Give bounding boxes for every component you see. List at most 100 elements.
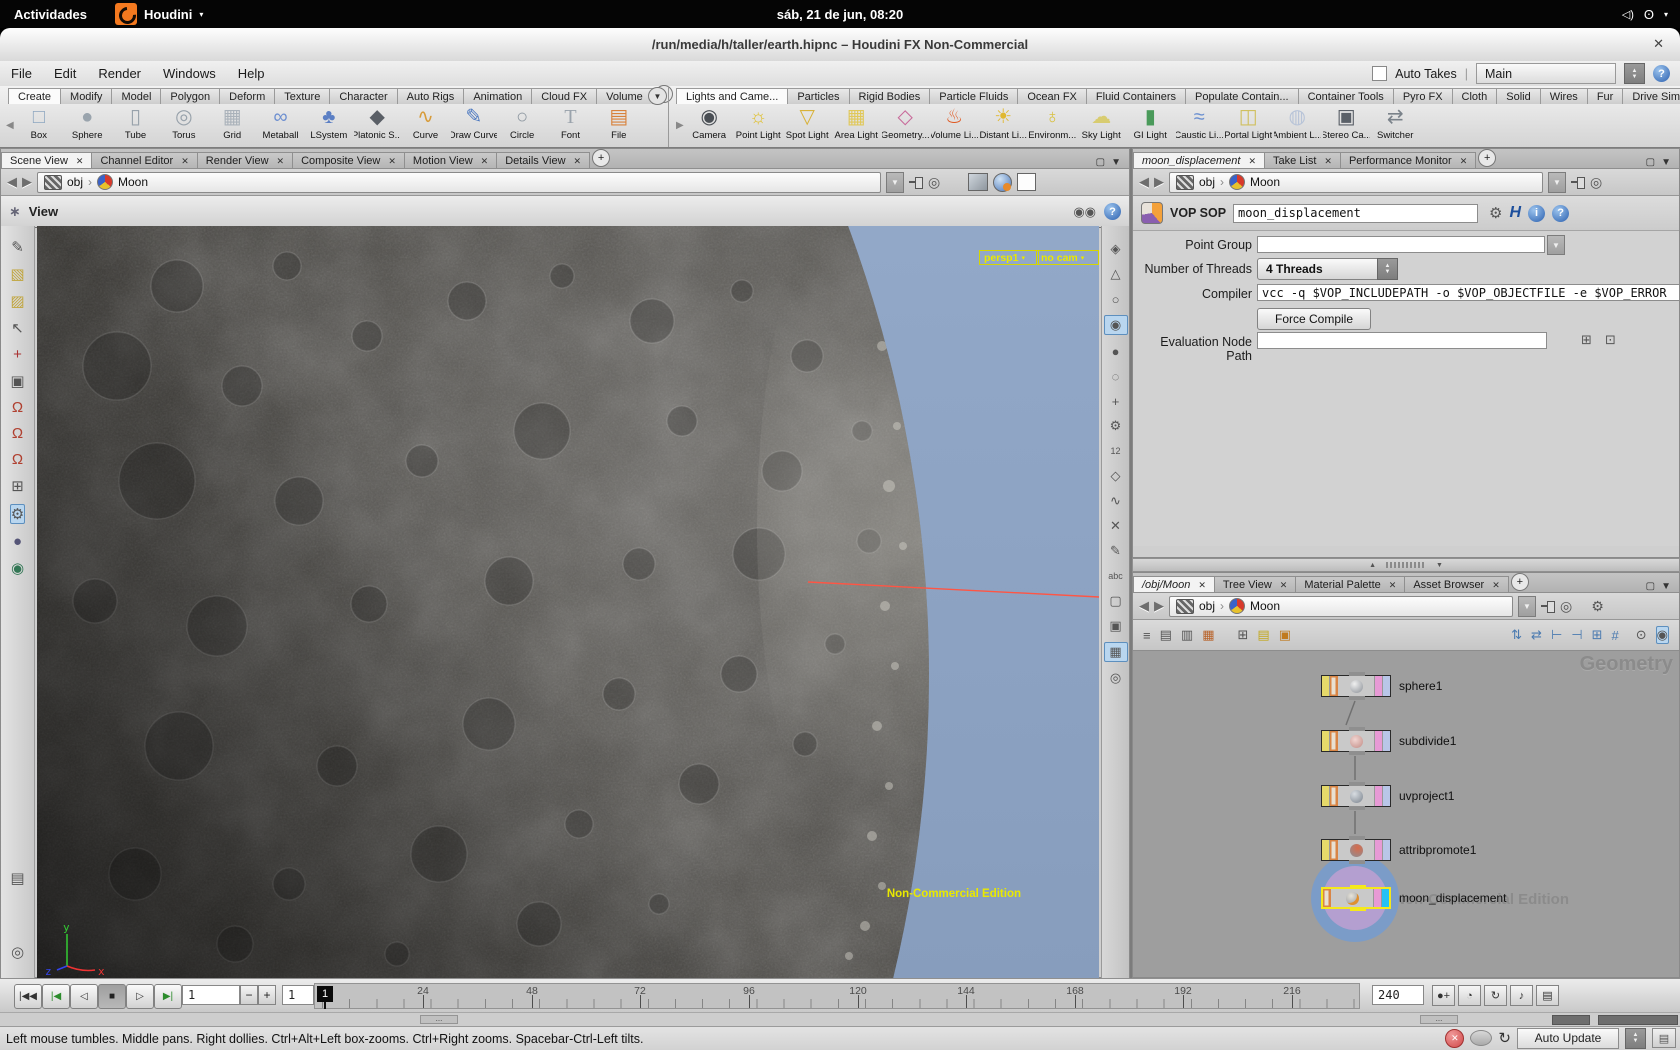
prev-frame-button[interactable]: |◀ [42,984,70,1009]
node-label-sphere1[interactable]: sphere1 [1399,679,1442,693]
bypass-flag[interactable] [1373,889,1381,907]
notes-icon[interactable]: ▤ [10,869,24,887]
template-flag[interactable] [1322,731,1330,751]
display-flag[interactable] [1381,889,1389,907]
close-icon[interactable]: ✕ [181,156,189,167]
tab-material-palette[interactable]: Material Palette✕ [1295,576,1405,592]
radial-menu-icon[interactable]: ◎ [928,174,940,191]
menu-edit[interactable]: Edit [43,66,87,81]
shelf-tab-fur[interactable]: Fur [1587,88,1624,104]
distribute-right-icon[interactable]: ⊣ [1571,627,1582,643]
visibility-icon[interactable]: ◉ [1656,626,1669,644]
tool-box[interactable]: □Box [16,104,62,141]
magnify-icon[interactable]: ⊙ [1636,627,1647,643]
shelf-tab-autorigs[interactable]: Auto Rigs [397,88,465,104]
tool-environmentlight[interactable]: ♁Environm... [1029,104,1076,141]
shelf-tab-wires[interactable]: Wires [1540,88,1588,104]
clock[interactable]: sáb, 21 de jun, 08:20 [777,7,903,22]
text-overlay-icon[interactable]: abc [1105,567,1127,585]
system-tray[interactable]: ◁) ʘ ▾ [1622,7,1680,22]
nav-forward-icon[interactable]: ▶ [1154,598,1164,614]
node-uvproject1[interactable] [1321,785,1391,807]
help-icon[interactable]: ? [1653,65,1670,82]
play-button[interactable]: ▷ [126,984,154,1009]
close-icon[interactable]: ✕ [1460,156,1468,167]
shelf-tab-model[interactable]: Model [111,88,161,104]
tool-torus[interactable]: ◎Torus [161,104,207,141]
shelf-tab-cloth[interactable]: Cloth [1452,88,1498,104]
shelf-scroll-left-icon[interactable]: ◀ [6,120,14,131]
shelf-tab-containertools[interactable]: Container Tools [1298,88,1394,104]
range-start-field[interactable]: 1 [282,985,314,1005]
shelf-tab-oceanfx[interactable]: Ocean FX [1017,88,1087,104]
template-flag[interactable] [1322,676,1330,696]
shelf-tab-rigidbodies[interactable]: Rigid Bodies [849,88,931,104]
sticky-note-icon[interactable]: ▤ [1257,627,1269,643]
magnet2-icon[interactable]: Ω [12,425,23,442]
pin-icon[interactable] [1541,601,1555,611]
close-icon[interactable]: ✕ [1389,580,1397,591]
path-dropdown-icon[interactable]: ▼ [1548,172,1566,193]
node-label-moon-displacement[interactable]: moon_displacement [1399,891,1506,905]
curve-display-icon[interactable]: ∿ [1105,492,1127,510]
tool-portallight[interactable]: ◫Portal Light [1225,104,1272,141]
menu-help[interactable]: Help [227,66,276,81]
breadcrumb-root[interactable]: obj [1199,599,1215,613]
network-box-icon[interactable]: ▣ [1279,627,1291,643]
shelf-tab-solid[interactable]: Solid [1496,88,1540,104]
auto-key-button[interactable]: ●+ [1432,985,1455,1006]
cache-manager-icon[interactable]: ▤ [1652,1028,1676,1048]
snapshot-icon[interactable]: ◉◉ [1073,204,1096,220]
current-frame-marker[interactable]: 1 [317,986,333,1002]
tool-switcher[interactable]: ⇄Switcher [1372,104,1419,141]
tool-edit-icon[interactable]: ✎ [11,238,24,256]
tool-drawcurve[interactable]: ✎Draw Curve [451,104,497,141]
shelf-tab-polygon[interactable]: Polygon [160,88,220,104]
display-settings-icon[interactable]: ⚙ [1105,417,1127,435]
breadcrumb-root[interactable]: obj [1199,175,1215,189]
play-reverse-button[interactable]: ◁ [70,984,98,1009]
shelf-tab-pyrofx[interactable]: Pyro FX [1393,88,1453,104]
tool-curve[interactable]: ∿Curve [402,104,448,141]
collapse-handle[interactable]: ... [1420,1015,1458,1024]
layers-icon[interactable]: ◈ [1105,240,1127,258]
menu-windows[interactable]: Windows [152,66,227,81]
tab-details-view[interactable]: Details View✕ [496,152,590,168]
annotate-icon[interactable]: ✎ [1105,542,1127,560]
jump-end-button[interactable]: ▶| [154,984,182,1009]
tool-font[interactable]: TFont [547,104,593,141]
shelf-tab-animation[interactable]: Animation [463,88,532,104]
viewport-3d[interactable]: y x z persp1▾ no cam▾ Non-Commercial Edi… [37,226,1099,979]
splitter-down-icon[interactable]: ▼ [1436,562,1443,569]
align-horizontal-icon[interactable]: ⇄ [1531,627,1542,643]
frame-option-icon[interactable]: ▢ [1105,592,1127,610]
template-flag[interactable] [1322,840,1330,860]
gear-icon[interactable]: ⚙ [1489,204,1502,222]
display-flag[interactable] [1382,676,1390,696]
tool-volatile-icon[interactable]: ▧ [10,265,24,283]
camera-selector[interactable]: persp1▾ [979,250,1039,265]
range-end-field[interactable]: 240 [1372,985,1424,1005]
close-icon[interactable]: ✕ [1280,580,1288,591]
shelf-tab-volume[interactable]: Volume [596,88,653,104]
node-label-uvproject1[interactable]: uvproject1 [1399,789,1454,803]
frame-field[interactable]: 1 [182,985,240,1005]
shelf-tab-modify[interactable]: Modify [60,88,112,104]
list-view-icon[interactable]: ▤ [1160,627,1172,643]
move-tool-icon[interactable]: + [13,346,22,363]
close-icon[interactable]: ✕ [1324,156,1332,167]
shelf-tab-deform[interactable]: Deform [219,88,275,104]
lock-flag[interactable] [1330,840,1338,860]
close-icon[interactable]: ✕ [76,156,84,167]
shelf-tab-lights[interactable]: Lights and Came... [676,88,788,104]
close-icon[interactable]: ✕ [277,156,285,167]
node-sphere1[interactable] [1321,675,1391,697]
node-chooser-icon[interactable]: ⊞ [1581,332,1592,348]
tool-volatile2-icon[interactable]: ▨ [10,292,24,310]
close-icon[interactable]: ✕ [481,156,489,167]
tab-moon-displacement[interactable]: moon_displacement✕ [1133,152,1265,168]
hierarchy-icon[interactable]: ≡ [1143,628,1151,643]
recook-icon[interactable]: ↻ [1498,1029,1511,1047]
path-selector[interactable]: obj › Moon [37,172,881,193]
globe-tool-icon[interactable]: ◉ [11,559,24,577]
